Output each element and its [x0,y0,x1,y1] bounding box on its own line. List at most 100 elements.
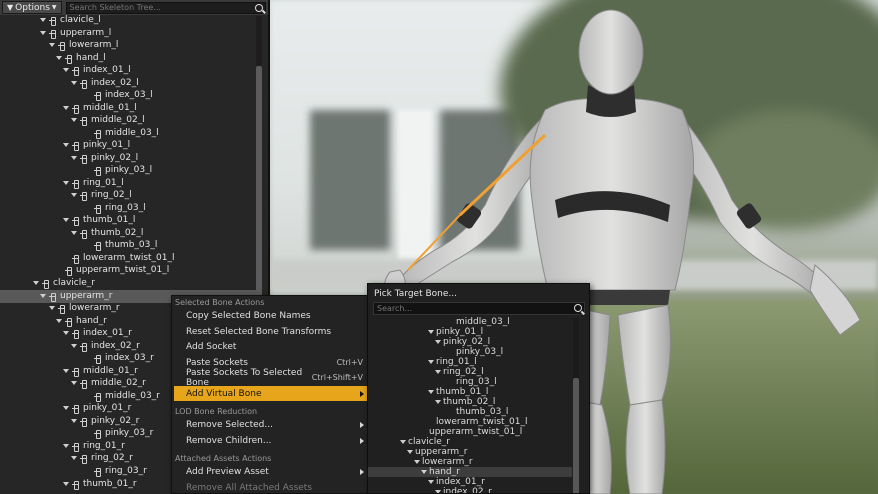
pick-bone-row[interactable]: ring_02_l [368,367,572,377]
expand-arrow-icon[interactable] [63,482,69,487]
expand-arrow-icon[interactable] [63,406,69,411]
tree-row[interactable]: middle_03_l [0,127,256,140]
tree-row[interactable]: clavicle_r [0,277,256,290]
expand-arrow-icon[interactable] [40,294,46,299]
search-icon[interactable] [574,304,582,312]
expand-arrow-icon[interactable] [63,181,69,186]
expand-arrow-icon[interactable] [71,156,77,161]
menu-item[interactable]: Add Virtual Bone [174,386,367,401]
menu-item[interactable]: Add Preview Asset [174,464,367,479]
tree-row[interactable]: lowerarm_twist_01_l [0,252,256,265]
tree-row[interactable]: middle_02_l [0,114,256,127]
tree-row[interactable]: index_02_l [0,77,256,90]
pick-bone-row[interactable]: hand_r [368,467,572,477]
skeleton-search-input[interactable] [66,2,265,13]
pick-bone-row[interactable]: clavicle_r [368,437,572,447]
tree-row[interactable]: ring_01_l [0,177,256,190]
search-icon[interactable] [255,3,263,12]
expand-arrow-icon[interactable] [428,360,434,364]
expand-arrow-icon[interactable] [40,31,46,36]
expand-arrow-icon[interactable] [400,440,406,444]
expand-arrow-icon[interactable] [63,369,69,374]
expand-arrow-icon[interactable] [428,480,434,484]
menu-item[interactable]: Remove Children... [174,433,367,448]
tree-row[interactable]: index_03_l [0,89,256,102]
menu-item[interactable]: Add Socket [174,339,367,354]
expand-arrow-icon[interactable] [71,419,77,424]
pick-bone-row[interactable]: ring_03_l [368,377,572,387]
tree-row[interactable]: hand_l [0,52,256,65]
pick-search-box[interactable] [373,302,585,315]
expand-arrow-icon[interactable] [49,306,55,311]
menu-item[interactable]: Remove Selected... [174,417,367,432]
bone-icon [64,317,73,327]
expand-arrow-icon[interactable] [63,106,69,111]
expand-arrow-icon[interactable] [71,81,77,86]
expand-arrow-icon[interactable] [435,400,441,404]
pick-bone-row[interactable]: thumb_02_l [368,397,572,407]
pick-bone-row[interactable]: middle_03_l [368,317,572,327]
scrollbar-thumb[interactable] [573,378,579,493]
tree-row[interactable]: upperarm_twist_01_l [0,264,256,277]
tree-row[interactable]: clavicle_l [0,14,256,27]
tree-row[interactable]: ring_02_l [0,189,256,202]
pick-bone-row[interactable]: thumb_03_l [368,407,572,417]
expand-arrow-icon[interactable] [33,281,39,286]
expand-arrow-icon[interactable] [63,218,69,223]
expand-arrow-icon[interactable] [407,450,413,454]
pick-bone-row[interactable]: upperarm_r [368,447,572,457]
expand-arrow-icon[interactable] [71,456,77,461]
expand-arrow-icon[interactable] [71,231,77,236]
tree-row[interactable]: ring_03_l [0,202,256,215]
pick-bone-row[interactable]: lowerarm_r [368,457,572,467]
expand-arrow-icon[interactable] [71,344,77,349]
pick-bone-row[interactable]: thumb_01_l [368,387,572,397]
skeleton-search-box[interactable] [65,1,266,14]
tree-row-label: thumb_01_l [83,215,136,226]
tree-row[interactable]: index_01_l [0,64,256,77]
pick-bone-row[interactable]: lowerarm_twist_01_l [368,417,572,427]
menu-item[interactable]: Copy Selected Bone Names [174,308,367,323]
expand-arrow-icon[interactable] [428,330,434,334]
expand-arrow-icon[interactable] [63,143,69,148]
tree-row[interactable]: thumb_01_l [0,214,256,227]
expand-arrow-icon[interactable] [71,381,77,386]
tree-row[interactable]: lowerarm_l [0,39,256,52]
tree-row[interactable]: thumb_02_l [0,227,256,240]
expand-arrow-icon[interactable] [435,340,441,344]
pick-search-input[interactable] [374,303,564,314]
expand-arrow-icon[interactable] [49,43,55,48]
expand-arrow-icon[interactable] [63,68,69,73]
expand-arrow-icon[interactable] [56,319,62,324]
expand-arrow-icon[interactable] [71,118,77,123]
pick-bone-row[interactable]: index_01_r [368,477,572,487]
expand-arrow-icon[interactable] [414,460,420,464]
pick-bone-row[interactable]: pinky_02_l [368,337,572,347]
menu-item[interactable]: Reset Selected Bone Transforms [174,324,367,339]
pick-bone-row[interactable]: ring_01_l [368,357,572,367]
expand-arrow-icon[interactable] [63,444,69,449]
expand-arrow-icon[interactable] [56,56,62,61]
pick-bone-label: upperarm_r [415,447,468,457]
expand-arrow-icon[interactable] [71,193,77,198]
pick-bone-scrollbar[interactable] [573,318,579,493]
options-button[interactable]: ▼ Options ▼ [2,1,62,14]
tree-row[interactable]: thumb_03_l [0,239,256,252]
expand-arrow-icon[interactable] [428,390,434,394]
expand-arrow-icon[interactable] [435,370,441,374]
expand-arrow-icon[interactable] [63,331,69,336]
tree-row-label: lowerarm_twist_01_l [83,253,175,264]
menu-item[interactable]: Paste Sockets To Selected Bone Ctrl+Shift… [174,368,367,388]
pick-bone-row[interactable]: pinky_03_l [368,347,572,357]
tree-row[interactable]: pinky_02_l [0,152,256,165]
tree-row[interactable]: middle_01_l [0,102,256,115]
expand-arrow-icon[interactable] [421,470,427,474]
expand-arrow-icon[interactable] [40,18,46,23]
tree-row[interactable]: pinky_01_l [0,139,256,152]
tree-row[interactable]: upperarm_l [0,27,256,40]
expand-arrow-icon[interactable] [435,490,441,493]
pick-bone-row[interactable]: index_02_r [368,487,572,493]
tree-row[interactable]: pinky_03_l [0,164,256,177]
pick-bone-row[interactable]: pinky_01_l [368,327,572,337]
pick-bone-row[interactable]: upperarm_twist_01_l [368,427,572,437]
